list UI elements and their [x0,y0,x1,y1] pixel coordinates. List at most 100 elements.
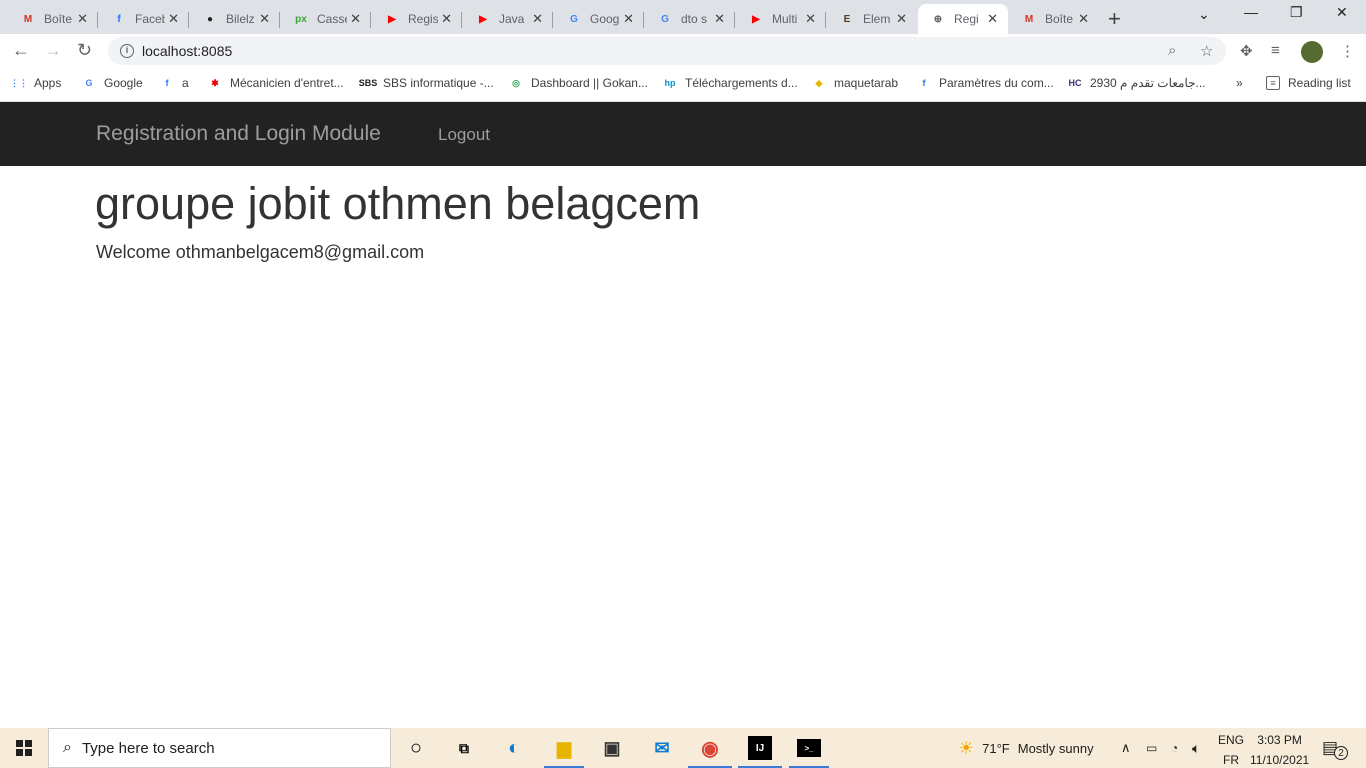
more-bookmarks-button[interactable]: » [1236,76,1243,90]
tab-title: Boîte [44,12,73,26]
browser-tab[interactable]: M Boîte ✕ [1009,4,1099,34]
tab-close-icon[interactable]: ✕ [168,11,179,27]
reading-list-button[interactable]: ≡ Reading list [1266,76,1351,90]
media-queue-icon[interactable]: ≡ [1271,42,1280,59]
browser-tab[interactable]: ▶ Regis ✕ [372,4,462,34]
weather-widget[interactable]: ☀ 71°F Mostly sunny [958,728,1094,768]
address-bar[interactable]: i localhost:8085 [108,37,1226,65]
input-language[interactable]: ENG FR [1218,732,1244,768]
tab-close-icon[interactable]: ✕ [623,11,634,27]
volume-icon[interactable]: 🔈︎ [1192,728,1200,768]
forward-arrow-icon[interactable]: → [44,40,62,61]
tab-close-icon[interactable]: ✕ [259,11,270,27]
clock[interactable]: 3:03 PM 11/10/2021 [1250,732,1309,768]
tab-separator [279,12,280,28]
tab-close-icon[interactable]: ✕ [350,11,361,27]
profile-avatar[interactable] [1301,41,1323,63]
close-window-button[interactable]: ✕ [1336,4,1348,21]
tab-close-icon[interactable]: ✕ [805,11,816,27]
tab-close-icon[interactable]: ✕ [77,11,88,27]
tab-separator [825,12,826,28]
logout-link[interactable]: Logout [438,125,490,145]
bookmark-item[interactable]: f Paramètres du com... [917,76,1054,90]
show-hidden-icons-chevron-icon[interactable]: ∧ [1121,728,1131,768]
tab-title: Multi [772,12,798,26]
globe-icon: ⊕ [933,13,943,25]
tab-close-icon[interactable]: ✕ [714,11,725,27]
bookmark-label: SBS informatique -... [383,76,494,90]
site-navbar: Registration and Login Module Logout [0,102,1366,166]
browser-tab[interactable]: Gdto s ✕ [645,4,735,34]
windows-start-icon[interactable] [16,740,32,756]
terminal-icon[interactable]: >_ [797,739,821,757]
menu-kebab-icon[interactable]: ⋮ [1340,42,1355,60]
element-icon: E [843,13,851,25]
browser-tab[interactable]: ▶ Multi ✕ [736,4,826,34]
bookmark-item[interactable]: HC 2930 جامعات تقدم م... [1068,76,1206,90]
welcome-message: Welcome othmanbelgacem8@gmail.com [96,242,425,262]
minimize-button[interactable]: — [1244,4,1258,20]
extensions-puzzle-icon[interactable]: ✥ [1240,42,1253,60]
bookmark-item[interactable]: ✱ Mécanicien d'entret... [208,76,344,90]
bookmark-item[interactable]: ◎ Dashboard || Gokan... [509,76,648,90]
tab-close-icon[interactable]: ✕ [1078,11,1089,27]
google-translate-icon: G [570,13,578,25]
reading-list-icon: ≡ [1266,76,1280,90]
browser-tab[interactable]: E Elem ✕ [827,4,917,34]
bookmark-item[interactable]: SBS SBS informatique -... [358,76,494,90]
browser-tab[interactable]: ▶ Java ✕ [463,4,553,34]
tab-separator [734,12,735,28]
search-icon: ⌕ [63,739,72,756]
restore-button[interactable]: ❐ [1290,4,1303,21]
browser-tab[interactable]: M Boîte ✕ [8,4,98,34]
bookmark-label: Google [104,76,143,90]
notification-center[interactable]: ▤ 2 [1322,728,1349,768]
px-icon: px [295,13,307,25]
network-icon[interactable]: ◔ [1171,728,1178,768]
tab-close-icon[interactable]: ✕ [987,11,998,27]
search-placeholder: Type here to search [81,739,215,757]
site-info-icon[interactable]: i [120,44,134,58]
browser-tab[interactable]: G Goog ✕ [554,4,644,34]
tab-close-icon[interactable]: ✕ [441,11,452,27]
tab-title: Bilelz [226,12,255,26]
bookmark-label: maquetarab [834,76,899,90]
bookmark-item[interactable]: fa [160,76,189,90]
store-icon[interactable]: ▣ [600,736,624,760]
file-explorer-icon[interactable]: ▆ [552,736,576,760]
browser-tab[interactable]: ⊕ Regi ✕ [918,4,1008,34]
task-view-icon[interactable]: ⧉ [452,736,476,760]
star-burst-icon: ✱ [211,77,219,88]
tab-close-icon[interactable]: ✕ [532,11,543,27]
cortana-icon[interactable]: ○ [404,736,428,760]
intellij-icon[interactable]: IJ [748,736,772,760]
bookmark-item[interactable]: ⋮⋮ Apps [10,76,61,90]
chrome-icon[interactable]: ◉ [698,736,722,760]
url-text[interactable]: localhost:8085 [142,43,232,59]
bookmark-item[interactable]: hp Téléchargements d... [663,76,798,90]
tab-separator [643,12,644,28]
edge-icon[interactable]: ◐ [502,736,526,760]
facebook-icon: f [117,13,121,25]
back-arrow-icon[interactable]: ← [12,40,30,61]
tab-close-icon[interactable]: ✕ [896,11,907,27]
browser-tab[interactable]: px Casse✕ [281,4,371,34]
taskbar-search-box[interactable]: ⌕ Type here to search [48,728,391,768]
browser-tab[interactable]: ● Bilelz ✕ [190,4,280,34]
youtube-icon: ▶ [752,13,760,25]
clock-time: 3:03 PM [1257,733,1302,747]
brand-link[interactable]: Registration and Login Module [96,122,381,146]
bookmark-item[interactable]: ◆ maquetarab [812,76,899,90]
sbs-icon: SBS [358,78,378,88]
browser-tab[interactable]: f Faceb✕ [99,4,189,34]
new-tab-button[interactable]: + [1108,6,1121,32]
facebook-icon: f [165,78,169,88]
mail-icon[interactable]: ✉ [650,736,674,760]
bookmark-item[interactable]: G Google [82,76,143,90]
zoom-icon[interactable]: ⌕ [1168,42,1176,59]
battery-icon[interactable]: ▭ [1146,728,1157,768]
bookmark-star-icon[interactable]: ☆ [1200,42,1213,60]
tab-search-chevron-icon[interactable]: ⌄ [1198,6,1210,23]
bookmark-label: Mécanicien d'entret... [230,76,344,90]
reload-icon[interactable]: ↻ [77,40,92,61]
